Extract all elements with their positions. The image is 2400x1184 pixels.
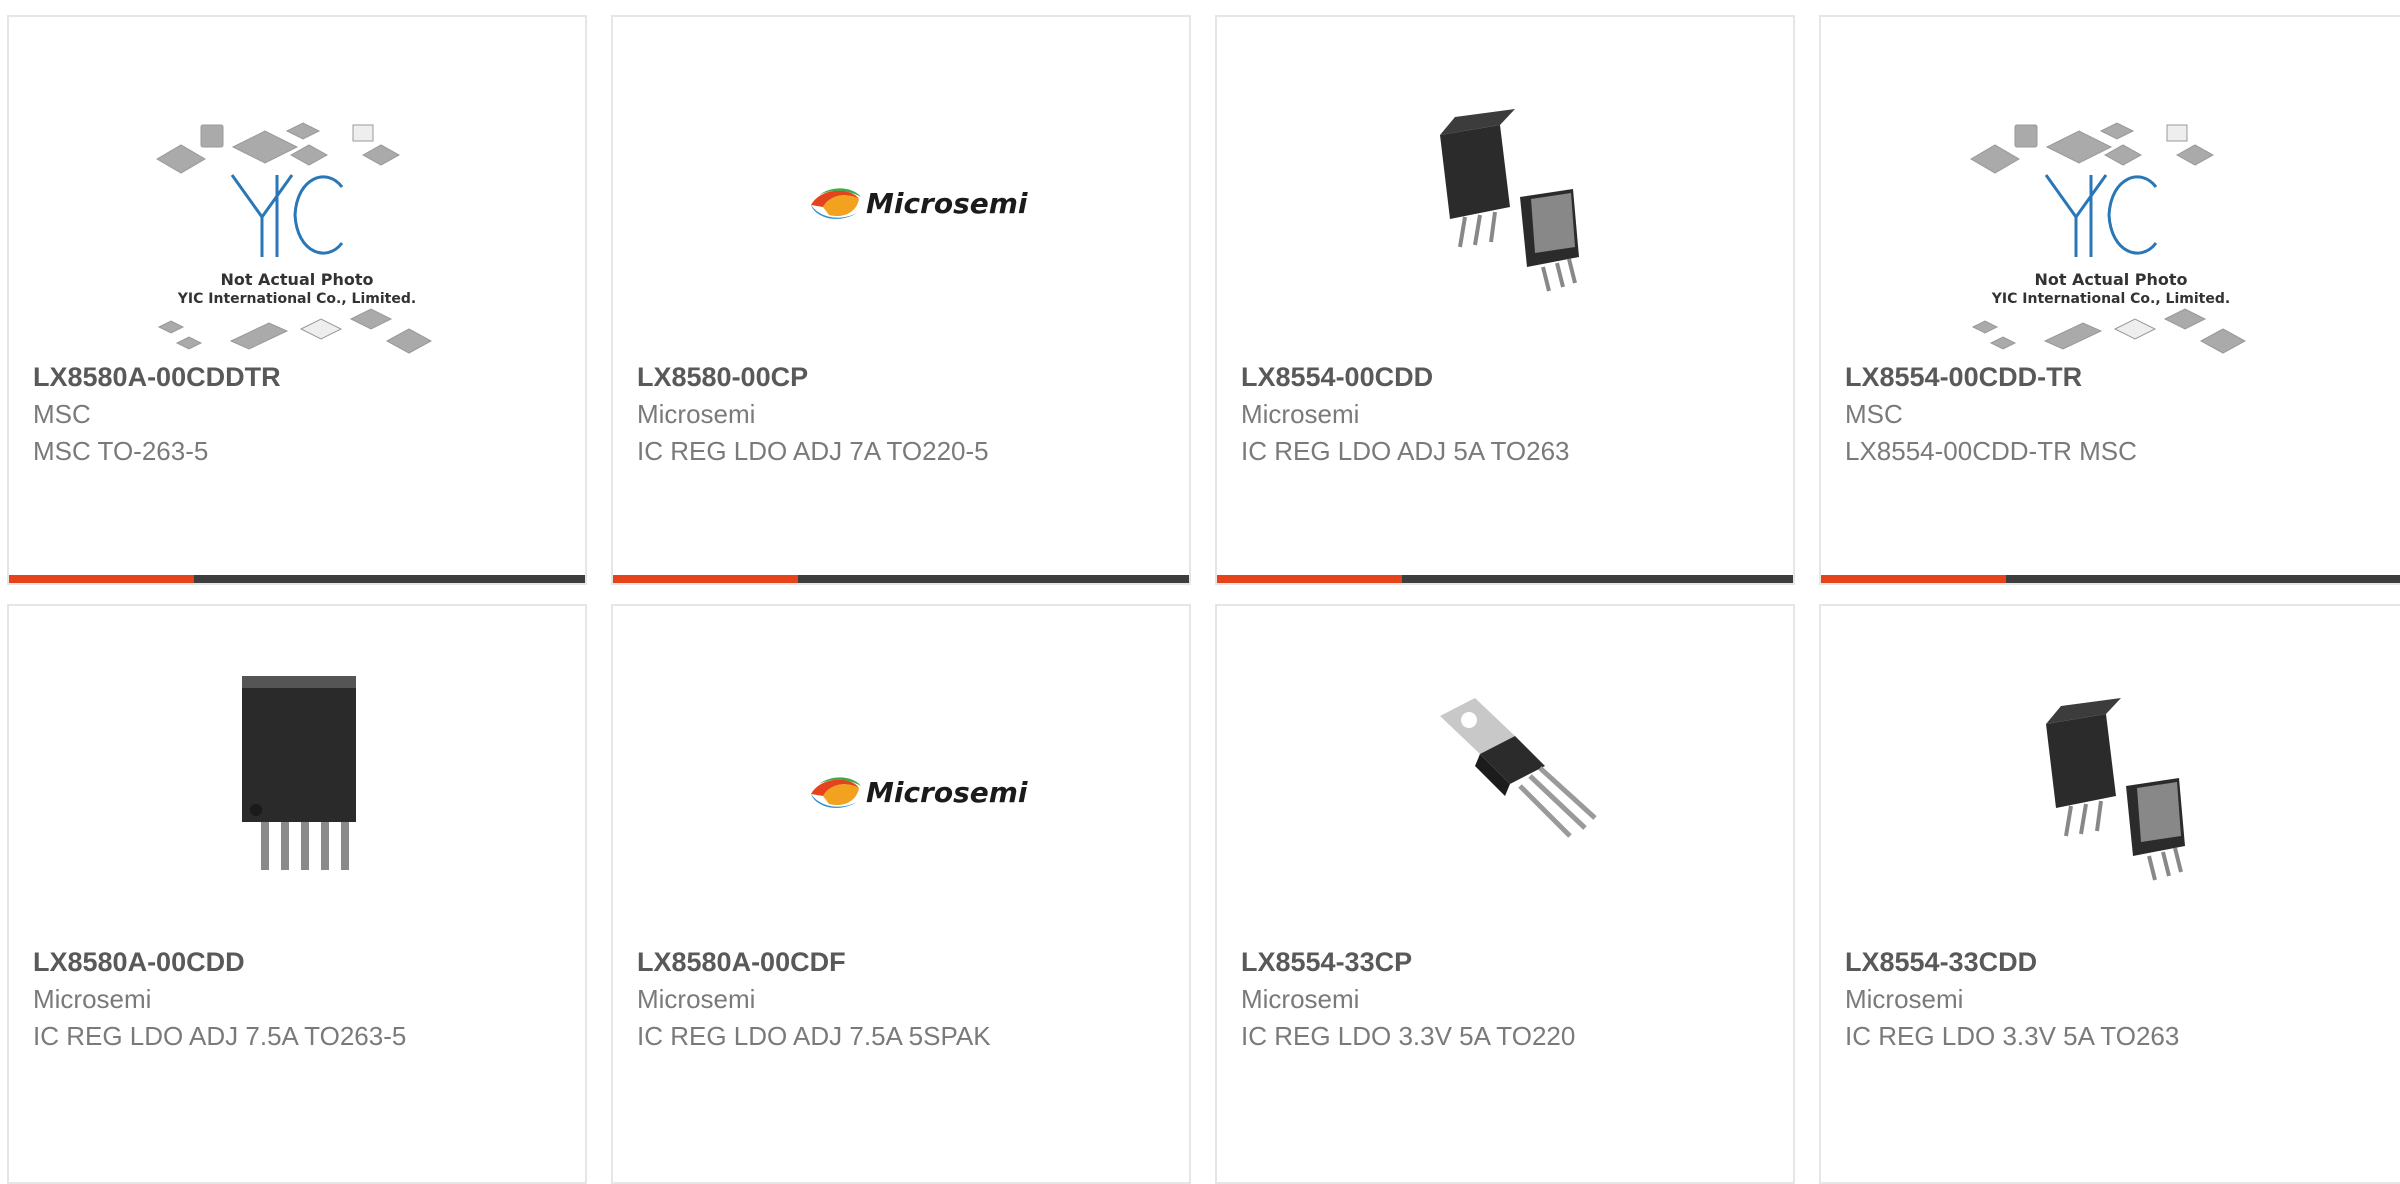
product-image <box>1217 47 1793 367</box>
product-grid: Not Actual Photo YIC International Co., … <box>0 0 2400 1184</box>
product-card[interactable]: LX8554-33CDD Microsemi IC REG LDO 3.3V 5… <box>1819 604 2400 1184</box>
part-number[interactable]: LX8554-00CDD <box>1241 359 1777 396</box>
product-image <box>9 636 585 956</box>
manufacturer: Microsemi <box>1845 984 1964 1014</box>
part-number[interactable]: LX8580A-00CDD <box>33 944 569 981</box>
manufacturer: MSC <box>1845 399 1903 429</box>
product-card[interactable]: Not Actual Photo YIC International Co., … <box>1819 15 2400 585</box>
card-hover-bar <box>1821 575 2400 583</box>
part-number[interactable]: LX8554-33CDD <box>1845 944 2384 981</box>
card-hover-bar-accent <box>1821 575 2006 583</box>
product-image <box>1217 636 1793 956</box>
product-image: Microsemi <box>613 636 1189 956</box>
to220-icon <box>1440 698 1597 838</box>
card-hover-bar-accent <box>613 575 798 583</box>
manufacturer: Microsemi <box>33 984 152 1014</box>
microsemi-logo-icon <box>811 188 861 219</box>
placeholder-caption-1: Not Actual Photo <box>2034 270 2187 289</box>
part-number[interactable]: LX8580A-00CDDTR <box>33 359 569 396</box>
card-hover-bar-accent <box>9 575 194 583</box>
description: IC REG LDO ADJ 5A TO263 <box>1241 436 1570 466</box>
manufacturer: MSC <box>33 399 91 429</box>
product-card[interactable]: LX8580A-00CDD Microsemi IC REG LDO ADJ 7… <box>7 604 587 1184</box>
placeholder-caption-2: YIC International Co., Limited. <box>1990 291 2229 307</box>
product-image <box>1821 636 2400 956</box>
manufacturer: Microsemi <box>637 399 756 429</box>
card-hover-bar <box>613 575 1189 583</box>
microsemi-logo-text: Microsemi <box>866 776 1028 809</box>
manufacturer: Microsemi <box>1241 399 1360 429</box>
description: IC REG LDO 3.3V 5A TO263 <box>1845 1021 2180 1051</box>
part-number[interactable]: LX8580A-00CDF <box>637 944 1173 981</box>
part-number[interactable]: LX8580-00CP <box>637 359 1173 396</box>
product-card[interactable]: LX8554-00CDD Microsemi IC REG LDO ADJ 5A… <box>1215 15 1795 585</box>
card-hover-bar <box>1217 575 1793 583</box>
part-number[interactable]: LX8554-00CDD-TR <box>1845 359 2384 396</box>
product-card[interactable]: LX8554-33CP Microsemi IC REG LDO 3.3V 5A… <box>1215 604 1795 1184</box>
product-card[interactable]: Microsemi LX8580-00CP Microsemi IC REG L… <box>611 15 1191 585</box>
manufacturer: Microsemi <box>1241 984 1360 1014</box>
description: IC REG LDO ADJ 7.5A TO263-5 <box>33 1021 407 1051</box>
placeholder-caption-1: Not Actual Photo <box>220 270 373 289</box>
product-image: Not Actual Photo YIC International Co., … <box>1821 47 2400 367</box>
part-number[interactable]: LX8554-33CP <box>1241 944 1777 981</box>
product-card[interactable]: Microsemi LX8580A-00CDF Microsemi IC REG… <box>611 604 1191 1184</box>
to263-5-icon <box>242 676 356 870</box>
microsemi-logo-icon <box>811 777 861 808</box>
description: LX8554-00CDD-TR MSC <box>1845 436 2137 466</box>
card-hover-bar-accent <box>1217 575 1402 583</box>
description: IC REG LDO ADJ 7A TO220-5 <box>637 436 989 466</box>
card-hover-bar <box>9 575 585 583</box>
manufacturer: Microsemi <box>637 984 756 1014</box>
d2pak-icon <box>1440 109 1579 292</box>
d2pak-icon <box>2045 698 2185 881</box>
description: MSC TO-263-5 <box>33 436 209 466</box>
placeholder-caption-2: YIC International Co., Limited. <box>177 291 416 307</box>
product-image: Not Actual Photo YIC International Co., … <box>9 47 585 367</box>
product-card[interactable]: Not Actual Photo YIC International Co., … <box>7 15 587 585</box>
description: IC REG LDO 3.3V 5A TO220 <box>1241 1021 1576 1051</box>
description: IC REG LDO ADJ 7.5A 5SPAK <box>637 1021 991 1051</box>
microsemi-logo-text: Microsemi <box>866 187 1028 220</box>
product-image: Microsemi <box>613 47 1189 367</box>
